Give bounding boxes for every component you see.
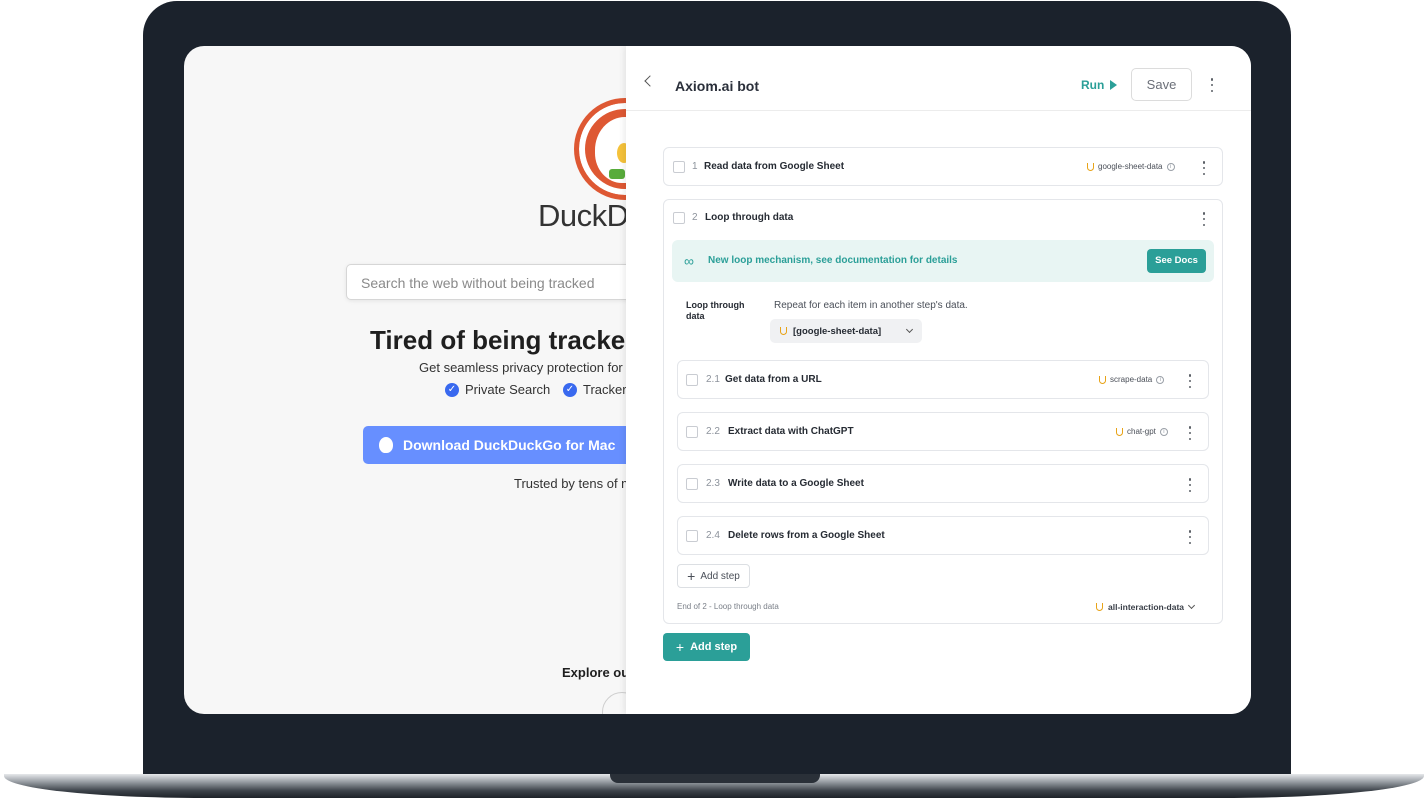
substep-card[interactable]: 2.3 Write data to a Google Sheet (677, 464, 1209, 503)
trusted-text: Trusted by tens of m (514, 476, 633, 491)
page-headline: Tired of being tracked (370, 325, 642, 355)
tag-label: chat-gpt (1127, 427, 1156, 436)
download-label: Download DuckDuckGo for Mac (403, 437, 616, 453)
download-button[interactable]: Download DuckDuckGo for Mac (363, 426, 633, 464)
step-label: Loop through data (705, 212, 794, 223)
plug-icon (1116, 427, 1123, 436)
step-checkbox[interactable] (686, 426, 698, 438)
duckduckgo-wordmark: DuckD (538, 198, 629, 233)
step-menu-icon[interactable] (1202, 212, 1206, 226)
panel-header: Axiom.ai bot Run Save (626, 46, 1251, 111)
loop-field-label: Loop through data (686, 300, 745, 321)
add-substep-button[interactable]: + Add step (677, 564, 750, 588)
screen: DuckD Search the web without being track… (184, 46, 1251, 714)
search-input[interactable]: Search the web without being tracked (346, 264, 646, 300)
feature-label: Tracker (583, 382, 627, 397)
banner-text: New loop mechanism, see documentation fo… (708, 255, 958, 266)
feature-tracker: ✓ Tracker (563, 382, 627, 397)
step-label: Write data to a Google Sheet (728, 478, 864, 489)
check-icon: ✓ (563, 382, 577, 397)
explore-text: Explore ou (562, 665, 630, 680)
step-number: 2 (692, 212, 698, 223)
loop-data-select[interactable]: [google-sheet-data] (770, 319, 922, 343)
info-icon[interactable]: i (1159, 427, 1168, 436)
loop-end-label: End of 2 - Loop through data (677, 602, 779, 611)
info-icon[interactable]: i (1166, 162, 1175, 171)
substep-card[interactable]: 2.4 Delete rows from a Google Sheet (677, 516, 1209, 555)
step-number: 1 (692, 161, 698, 172)
plug-icon (780, 327, 787, 335)
substep-card[interactable]: 2.1 Get data from a URL scrape-data i (677, 360, 1209, 399)
plug-icon (1096, 603, 1103, 611)
step-menu-icon[interactable] (1188, 426, 1192, 440)
step-number: 2.2 (706, 426, 720, 437)
add-step-label: Add step (690, 641, 738, 653)
loop-description: Repeat for each item in another step's d… (774, 300, 968, 311)
step-number: 2.1 (706, 374, 720, 385)
back-icon[interactable] (644, 75, 656, 87)
step-checkbox[interactable] (686, 530, 698, 542)
loop-output-tag[interactable]: all-interaction-data (1096, 601, 1196, 612)
substep-card[interactable]: 2.2 Extract data with ChatGPT chat-gpt i (677, 412, 1209, 451)
more-menu-icon[interactable] (1210, 78, 1214, 92)
laptop-notch (610, 774, 820, 783)
step-checkbox[interactable] (673, 212, 685, 224)
run-label: Run (1081, 78, 1105, 92)
play-icon (1110, 80, 1118, 90)
check-icon: ✓ (445, 382, 459, 397)
step-label: Extract data with ChatGPT (728, 426, 854, 437)
step-output-tag[interactable]: google-sheet-data i (1087, 162, 1175, 171)
step-number: 2.3 (706, 478, 720, 489)
selected-value: [google-sheet-data] (793, 325, 882, 337)
axiom-panel: Axiom.ai bot Run Save 1 Read data from G… (626, 46, 1251, 714)
add-step-label: Add step (700, 570, 740, 582)
step-menu-icon[interactable] (1188, 530, 1192, 544)
tag-label: all-interaction-data (1108, 602, 1185, 612)
step-output-tag[interactable]: scrape-data i (1099, 375, 1165, 384)
docs-banner: ∞ New loop mechanism, see documentation … (672, 240, 1214, 282)
see-docs-button[interactable]: See Docs (1147, 249, 1206, 273)
apple-icon (379, 437, 393, 453)
step-checkbox[interactable] (673, 161, 685, 173)
plug-icon (1099, 375, 1106, 384)
plus-icon: + (675, 639, 685, 655)
add-step-button[interactable]: + Add step (663, 633, 750, 661)
run-button[interactable]: Run (1081, 78, 1118, 92)
save-button[interactable]: Save (1131, 68, 1192, 101)
feature-private-search: ✓ Private Search (445, 382, 550, 397)
step-output-tag[interactable]: chat-gpt i (1116, 427, 1168, 436)
step-label: Get data from a URL (725, 374, 822, 385)
step-checkbox[interactable] (686, 478, 698, 490)
infinity-icon: ∞ (684, 253, 694, 269)
plug-icon (1087, 162, 1094, 171)
step-menu-icon[interactable] (1202, 161, 1206, 175)
page-subline: Get seamless privacy protection for (419, 360, 623, 375)
step-number: 2.4 (706, 530, 720, 541)
chevron-down-icon (905, 325, 914, 334)
step-checkbox[interactable] (686, 374, 698, 386)
chevron-down-icon (1188, 601, 1196, 609)
step-label: Read data from Google Sheet (704, 161, 845, 172)
bot-title: Axiom.ai bot (675, 78, 760, 94)
tag-label: google-sheet-data (1098, 162, 1163, 171)
plus-icon: + (687, 568, 696, 584)
info-icon[interactable]: i (1156, 375, 1165, 384)
step-menu-icon[interactable] (1188, 374, 1192, 388)
step-card[interactable]: 1 Read data from Google Sheet google-she… (663, 147, 1223, 186)
feature-label: Private Search (465, 382, 551, 397)
step-label: Delete rows from a Google Sheet (728, 530, 885, 541)
tag-label: scrape-data (1110, 375, 1153, 384)
step-menu-icon[interactable] (1188, 478, 1192, 492)
